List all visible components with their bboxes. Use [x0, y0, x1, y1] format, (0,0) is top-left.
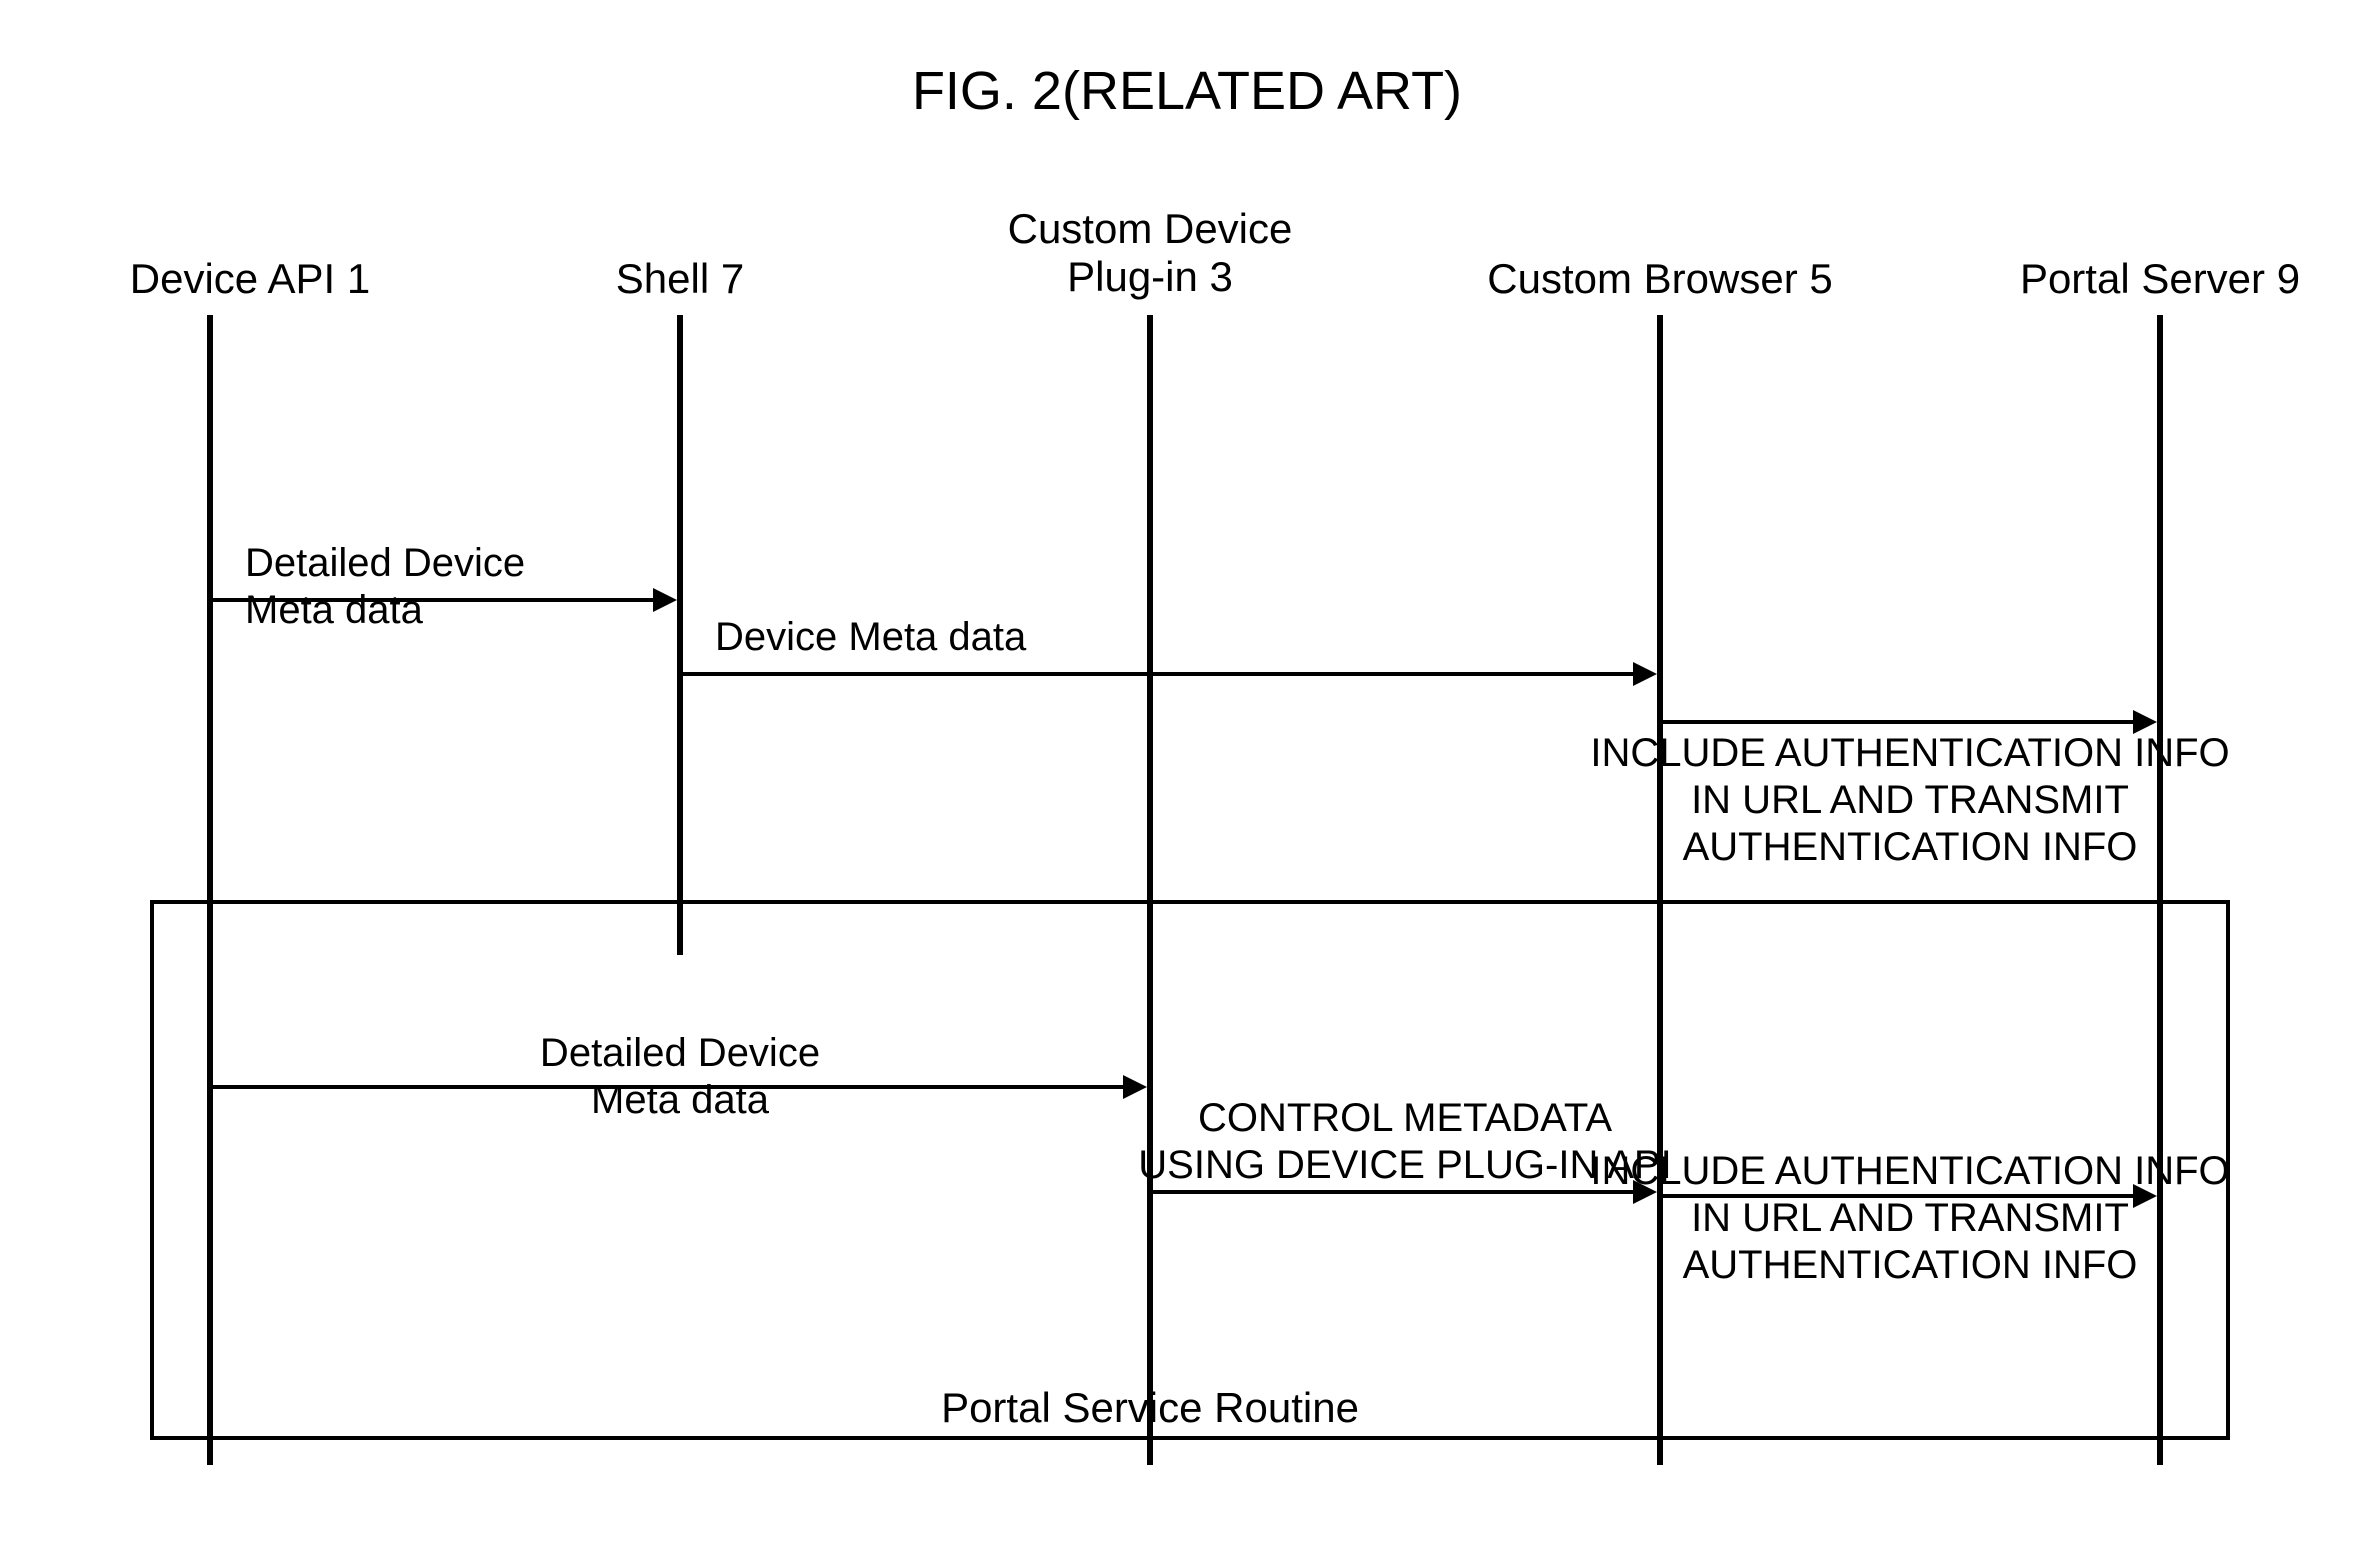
figure-title: FIG. 2(RELATED ART) — [0, 60, 2374, 122]
arrow-m2 — [683, 672, 1633, 676]
arrow-m3 — [1663, 720, 2133, 724]
lane-label-browser: Custom Browser 5 — [1487, 255, 1832, 303]
arrow-m5 — [1153, 1190, 1633, 1194]
arrow-head-m1 — [653, 588, 677, 612]
msg-m2: Device Meta data — [715, 614, 1026, 661]
msg-m3: INCLUDE AUTHENTICATION INFO IN URL AND T… — [1590, 730, 2229, 872]
lane-label-device-api: Device API 1 — [130, 255, 370, 303]
frame-label: Portal Service Routine — [941, 1384, 1359, 1432]
arrow-head-m2 — [1633, 662, 1657, 686]
sequence-diagram: FIG. 2(RELATED ART) Device API 1 Shell 7… — [0, 0, 2374, 1554]
msg-m1: Detailed Device Meta data — [245, 540, 525, 634]
lane-label-portal: Portal Server 9 — [2020, 255, 2300, 303]
lane-label-plugin: Custom Device Plug-in 3 — [1008, 205, 1293, 302]
msg-m6: INCLUDE AUTHENTICATION INFO IN URL AND T… — [1590, 1148, 2229, 1290]
msg-m4: Detailed Device Meta data — [540, 1030, 820, 1124]
lifeline-shell — [677, 315, 683, 955]
lane-label-shell: Shell 7 — [616, 255, 744, 303]
